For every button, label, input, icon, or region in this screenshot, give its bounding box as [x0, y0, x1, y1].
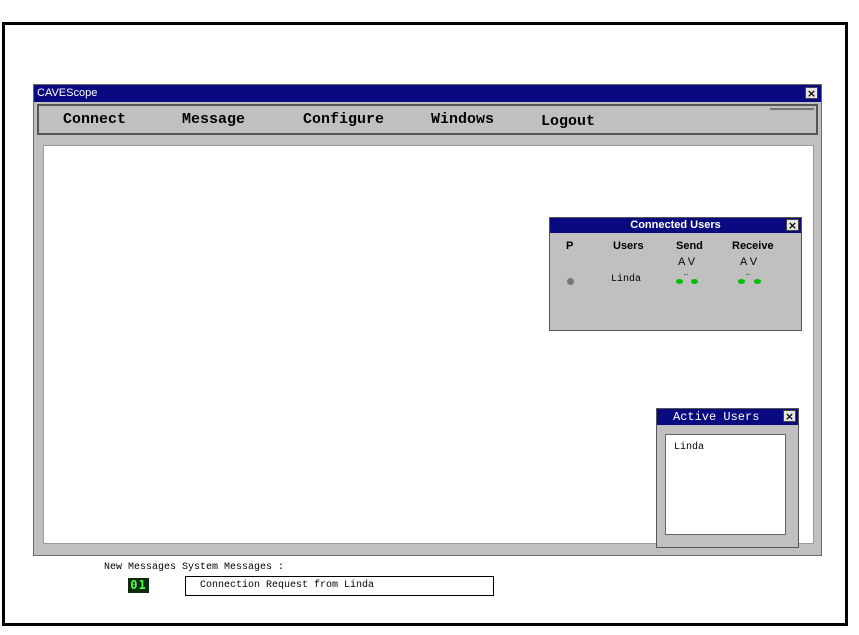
- connected-user-name[interactable]: Linda: [611, 274, 641, 285]
- active-users-title: Active Users: [673, 410, 760, 424]
- menu-bar: Connect Message Configure Windows Logout: [37, 104, 818, 135]
- menu-connect[interactable]: Connect: [63, 111, 126, 128]
- menu-windows[interactable]: Windows: [431, 111, 494, 128]
- new-messages-label: New Messages: [104, 562, 177, 573]
- receive-av-label: A V: [740, 256, 758, 268]
- system-message-text: Connection Request from Linda: [200, 580, 375, 591]
- system-messages-label: System Messages :: [182, 562, 285, 573]
- col-header-receive: Receive: [732, 240, 774, 252]
- menu-configure[interactable]: Configure: [303, 111, 384, 128]
- col-header-p: P: [566, 240, 574, 252]
- menu-logout[interactable]: Logout: [541, 113, 595, 130]
- send-av-label: A V: [678, 256, 696, 268]
- col-header-send: Send: [676, 240, 703, 252]
- window-close-icon[interactable]: ×: [805, 87, 818, 99]
- workspace-area: Connected Users × P Users Send Receive A…: [43, 145, 814, 596]
- send-video-led[interactable]: [691, 279, 698, 284]
- window-titlebar[interactable]: CAVEScope ×: [34, 85, 821, 102]
- menu-message[interactable]: Message: [182, 111, 245, 128]
- connected-users-title: Connected Users: [630, 219, 721, 231]
- new-messages-counter[interactable]: 01: [128, 578, 149, 593]
- receive-link-icon: [746, 274, 750, 279]
- receive-video-led[interactable]: [754, 279, 761, 284]
- receive-audio-led[interactable]: [738, 279, 745, 284]
- send-audio-led[interactable]: [676, 279, 683, 284]
- connected-users-close-icon[interactable]: ×: [786, 219, 799, 231]
- status-labels: New Messages System Messages :: [104, 562, 284, 573]
- send-link-icon: [684, 274, 688, 279]
- col-header-users: Users: [613, 240, 644, 252]
- active-users-list[interactable]: Linda: [665, 434, 786, 535]
- connected-users-panel: Connected Users × P Users Send Receive A…: [549, 217, 802, 331]
- connected-users-titlebar[interactable]: Connected Users ×: [550, 218, 801, 233]
- active-user-item[interactable]: Linda: [674, 442, 704, 453]
- active-users-panel: Active Users × Linda: [656, 408, 799, 548]
- window-title: CAVEScope: [37, 87, 98, 99]
- presence-indicator: [567, 278, 574, 285]
- cavescope-window: CAVEScope × Connect Message Configure Wi…: [33, 84, 822, 596]
- active-users-titlebar[interactable]: Active Users ×: [657, 409, 798, 425]
- system-message-field[interactable]: Connection Request from Linda: [185, 576, 494, 596]
- active-users-close-icon[interactable]: ×: [783, 410, 796, 422]
- menubar-grip: [770, 108, 814, 110]
